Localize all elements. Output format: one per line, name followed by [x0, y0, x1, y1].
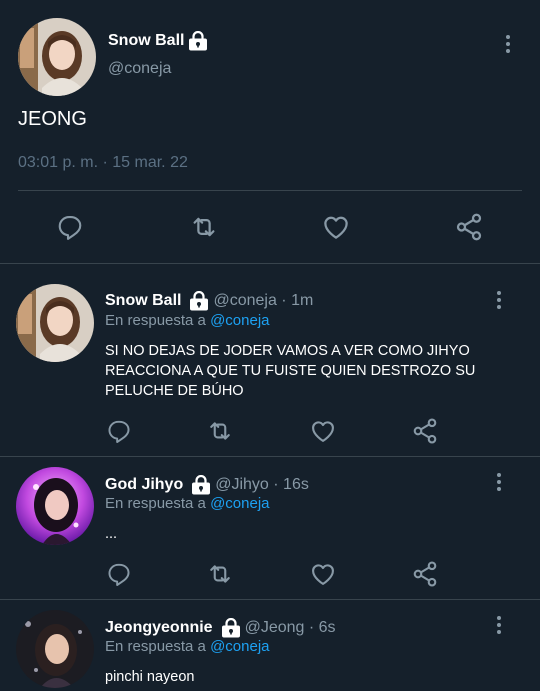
author-name[interactable]: Jeongyeonnie: [105, 619, 213, 637]
reply-context: En respuesta a @coneja: [105, 495, 270, 512]
tweet-text: pinchi nayeon: [105, 669, 195, 685]
lock-icon: [191, 475, 211, 495]
retweet-icon[interactable]: [204, 415, 236, 447]
author-name[interactable]: God Jihyo: [105, 476, 183, 494]
tweet-text: SI NO DEJAS DE JODER VAMOS A VER COMO JI…: [105, 343, 476, 399]
reply-context: En respuesta a @coneja: [105, 312, 270, 329]
reply-to-link[interactable]: @coneja: [210, 638, 269, 655]
divider: [18, 190, 522, 191]
avatar[interactable]: [16, 467, 94, 545]
avatar[interactable]: [16, 610, 94, 688]
heart-icon[interactable]: [307, 415, 339, 447]
more-vertical-icon[interactable]: [505, 35, 511, 56]
share-icon[interactable]: [409, 558, 441, 590]
more-vertical-icon[interactable]: [496, 473, 502, 494]
reply-tweet: God Jihyo @Jihyo · 16s En respuesta a @c…: [0, 457, 540, 599]
tweet-text: ...: [105, 526, 118, 542]
more-vertical-icon[interactable]: [496, 291, 502, 312]
reply-prefix: En respuesta a: [105, 312, 206, 329]
reply-icon[interactable]: [103, 415, 135, 447]
reply-prefix: En respuesta a: [105, 638, 206, 655]
lock-icon: [221, 618, 241, 638]
more-vertical-icon[interactable]: [496, 616, 502, 637]
reply-icon[interactable]: [54, 211, 86, 243]
author-handle[interactable]: @coneja: [108, 60, 171, 78]
lock-icon: [188, 31, 208, 51]
tweet-timestamp[interactable]: 03:01 p. m. · 15 mar. 22: [18, 154, 188, 172]
heart-icon[interactable]: [320, 211, 352, 243]
share-icon[interactable]: [409, 415, 441, 447]
reply-to-link[interactable]: @coneja: [210, 495, 269, 512]
author-name[interactable]: Snow Ball: [108, 32, 184, 50]
lock-icon: [189, 291, 209, 311]
reply-context: En respuesta a @coneja: [105, 638, 270, 655]
heart-icon[interactable]: [307, 558, 339, 590]
reply-to-link[interactable]: @coneja: [210, 312, 269, 329]
author-meta[interactable]: @Jeong · 6s: [245, 619, 336, 637]
author-meta[interactable]: @coneja · 1m: [213, 292, 313, 310]
author-meta[interactable]: @Jihyo · 16s: [215, 476, 309, 494]
retweet-icon[interactable]: [188, 211, 220, 243]
share-icon[interactable]: [453, 211, 485, 243]
reply-tweet: Snow Ball @coneja · 1m En respuesta a @c…: [0, 264, 540, 456]
reply-icon[interactable]: [103, 558, 135, 590]
reply-prefix: En respuesta a: [105, 495, 206, 512]
avatar[interactable]: [16, 284, 94, 362]
reply-tweet: Jeongyeonnie @Jeong · 6s En respuesta a …: [0, 600, 540, 691]
main-tweet: Snow Ball @coneja JEONG 03:01 p. m. · 15…: [0, 0, 540, 263]
retweet-icon[interactable]: [204, 558, 236, 590]
author-name[interactable]: Snow Ball: [105, 292, 181, 310]
tweet-text: JEONG: [18, 108, 87, 130]
avatar[interactable]: [18, 18, 96, 96]
